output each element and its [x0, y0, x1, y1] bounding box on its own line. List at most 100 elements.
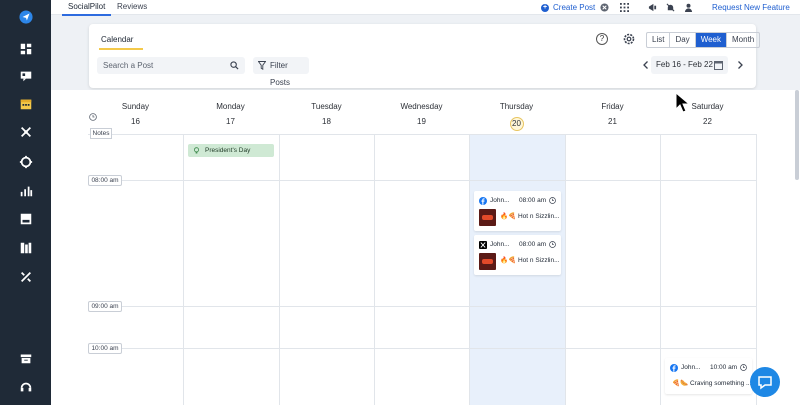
post-time: 08:00 am [519, 197, 547, 204]
help-icon[interactable]: ? [596, 33, 608, 45]
day-number-today: 20 [469, 117, 564, 131]
view-day-button[interactable]: Day [670, 33, 696, 47]
timezone-clock-icon[interactable] [89, 113, 97, 121]
grid-line [756, 134, 757, 405]
post-thumbnail [479, 253, 496, 270]
analytics-icon[interactable] [0, 178, 51, 204]
time-label: 10:00 am [88, 343, 122, 354]
post-time: 08:00 am [519, 241, 547, 248]
day-name: Thursday [499, 102, 534, 111]
calendar-icon[interactable] [0, 91, 51, 117]
library-icon[interactable] [0, 235, 51, 261]
post-author: John... [490, 241, 510, 248]
day-name: Sunday [121, 102, 150, 111]
post-author: John... [490, 197, 510, 204]
close-circle-icon[interactable] [600, 3, 609, 12]
day-name: Wednesday [400, 102, 443, 111]
clock-icon [549, 241, 556, 248]
gear-icon[interactable] [622, 32, 636, 46]
week-calendar-grid: Sunday 16 Monday 17 Tuesday 18 Wednesday… [51, 90, 800, 405]
sidebar [0, 0, 51, 405]
calendar-header-card: Calendar Filter Posts ? List Day Week Mo… [89, 24, 761, 88]
day-number: 17 [226, 117, 235, 126]
grid-line [660, 134, 661, 405]
notes-label[interactable]: Notes [90, 128, 112, 139]
day-number: 18 [322, 117, 331, 126]
post-time: 10:00 am [710, 364, 738, 371]
day-name: Monday [216, 102, 245, 111]
holiday-label: President's Day [205, 147, 251, 154]
x-icon [479, 241, 487, 249]
filter-posts-button[interactable]: Filter Posts [253, 57, 309, 87]
grid-line [374, 134, 375, 405]
day-number: 21 [608, 117, 617, 126]
filter-posts-label: Filter Posts [270, 61, 291, 87]
chevron-right-icon[interactable] [735, 60, 745, 70]
facebook-icon [670, 364, 678, 372]
grid-line [279, 134, 280, 405]
megaphone-icon[interactable] [648, 3, 657, 12]
view-month-button[interactable]: Month [727, 33, 759, 47]
grid-line [565, 134, 566, 405]
day-name: Friday [601, 102, 624, 111]
filter-icon [258, 61, 266, 70]
search-input[interactable] [97, 57, 227, 74]
today-marker: 20 [509, 117, 524, 131]
post-caption: 🍕🌭 Craving something ... [672, 380, 752, 387]
holiday-event[interactable]: President's Day [188, 144, 274, 157]
connect-icon[interactable] [0, 119, 51, 145]
top-bar: SocialPilot Reviews + Create Post Reques… [51, 0, 800, 16]
chat-support-button[interactable] [750, 367, 780, 397]
calendar-picker-icon [714, 61, 723, 70]
dashboard-icon[interactable] [0, 36, 51, 62]
grid-line [183, 134, 184, 405]
plus-icon: + [541, 3, 549, 12]
create-post-button[interactable]: + Create Post [541, 0, 595, 15]
post-author: John... [681, 364, 701, 371]
clock-icon [549, 197, 556, 204]
send-icon[interactable] [0, 4, 51, 30]
archive-icon[interactable] [0, 345, 51, 371]
day-number: 19 [417, 117, 426, 126]
grid-line [88, 134, 757, 135]
apps-grid-icon[interactable] [620, 3, 629, 12]
request-feature-link[interactable]: Request New Feature [712, 0, 790, 15]
post-caption: 🔥🍕 Hot n Sizzlin... [500, 213, 560, 220]
support-icon[interactable] [0, 374, 51, 400]
view-switcher: List Day Week Month [646, 32, 761, 48]
grid-line [88, 306, 757, 307]
day-number: 16 [131, 117, 140, 126]
calendar-title[interactable]: Calendar [98, 35, 145, 50]
user-icon[interactable] [684, 3, 693, 12]
facebook-icon [479, 197, 487, 205]
tab-socialpilot[interactable]: SocialPilot [61, 0, 112, 16]
scheduled-post-card[interactable]: John... 08:00 am 🔥🍕 Hot n Sizzlin... [474, 235, 561, 275]
create-post-label: Create Post [553, 3, 596, 12]
lightbulb-icon [194, 147, 199, 154]
chevron-left-icon[interactable] [641, 60, 651, 70]
vertical-scrollbar[interactable] [795, 90, 799, 180]
search-box [97, 57, 245, 74]
chat-bubble-icon [758, 376, 772, 390]
day-number: 22 [703, 117, 712, 126]
grid-line [88, 180, 757, 181]
mouse-cursor-icon [675, 92, 691, 113]
date-range-picker[interactable]: Feb 16 - Feb 22 [651, 56, 728, 74]
grid-line [469, 134, 470, 405]
view-list-button[interactable]: List [647, 33, 671, 47]
scheduled-post-card[interactable]: John... 10:00 am 🍕🌭 Craving something ..… [665, 358, 752, 394]
bell-off-icon[interactable] [666, 3, 675, 12]
content-icon[interactable] [0, 206, 51, 232]
tools-icon[interactable] [0, 264, 51, 290]
search-icon[interactable] [230, 61, 239, 70]
post-caption: 🔥🍕 Hot n Sizzlin... [500, 257, 560, 264]
view-week-button[interactable]: Week [695, 33, 727, 47]
post-thumbnail [479, 209, 496, 226]
scheduled-post-card[interactable]: John... 08:00 am 🔥🍕 Hot n Sizzlin... [474, 191, 561, 231]
tab-reviews[interactable]: Reviews [117, 0, 147, 15]
clock-icon [740, 364, 747, 371]
target-icon[interactable] [0, 149, 51, 175]
inbox-icon[interactable] [0, 63, 51, 89]
grid-line [88, 348, 757, 349]
day-name: Tuesday [311, 102, 342, 111]
